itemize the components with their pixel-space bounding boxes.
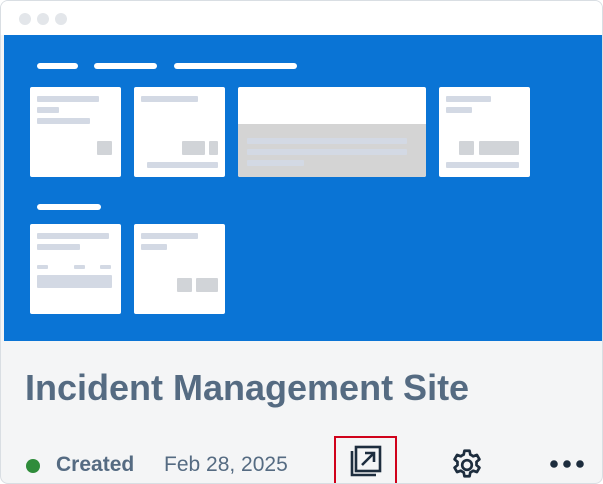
preview-line bbox=[37, 107, 59, 113]
site-preview-thumbnail[interactable] bbox=[4, 35, 602, 341]
preview-line bbox=[100, 265, 111, 269]
preview-tile bbox=[30, 224, 121, 314]
settings-button[interactable] bbox=[447, 445, 487, 483]
preview-line bbox=[37, 275, 112, 288]
preview-line bbox=[446, 96, 491, 102]
window-dot-icon bbox=[19, 13, 31, 25]
preview-header-bar bbox=[37, 204, 101, 210]
preview-line bbox=[247, 160, 304, 166]
preview-block bbox=[177, 278, 192, 292]
more-actions-button[interactable] bbox=[545, 449, 589, 479]
preview-line bbox=[141, 244, 167, 250]
site-title: Incident Management Site bbox=[25, 367, 470, 408]
gear-icon bbox=[453, 449, 481, 478]
preview-block bbox=[209, 141, 218, 155]
preview-line bbox=[37, 265, 48, 269]
preview-block bbox=[196, 278, 218, 292]
more-horizontal-icon bbox=[550, 460, 584, 468]
preview-line bbox=[247, 138, 407, 144]
preview-line bbox=[37, 244, 80, 250]
preview-header-bar bbox=[174, 63, 297, 69]
window-dot-icon bbox=[55, 13, 67, 25]
preview-line bbox=[141, 233, 198, 239]
preview-tile bbox=[134, 224, 225, 314]
preview-line bbox=[37, 233, 109, 239]
preview-block bbox=[97, 141, 112, 155]
preview-line bbox=[37, 96, 99, 102]
preview-window-titlebar bbox=[1, 1, 602, 35]
preview-line bbox=[247, 149, 407, 155]
status-indicator-icon bbox=[26, 459, 40, 473]
preview-line bbox=[147, 162, 218, 168]
window-dot-icon bbox=[37, 13, 49, 25]
site-card[interactable]: Incident Management Site Created Feb 28,… bbox=[0, 0, 603, 484]
open-in-new-window-icon bbox=[350, 445, 381, 476]
preview-tile bbox=[134, 87, 225, 177]
preview-tile bbox=[30, 87, 121, 177]
preview-line bbox=[74, 265, 85, 269]
preview-line bbox=[446, 162, 519, 168]
preview-line bbox=[141, 96, 198, 102]
preview-block bbox=[459, 141, 474, 155]
open-site-button[interactable] bbox=[334, 436, 397, 483]
preview-tile-wide bbox=[238, 87, 426, 177]
preview-line bbox=[446, 107, 472, 113]
preview-block bbox=[479, 141, 519, 155]
created-date: Feb 28, 2025 bbox=[164, 453, 288, 476]
preview-tile bbox=[439, 87, 530, 177]
preview-line bbox=[37, 118, 90, 124]
preview-block bbox=[182, 141, 205, 155]
preview-header-bar bbox=[94, 63, 157, 69]
preview-header-bar bbox=[37, 63, 78, 69]
status-label: Created bbox=[56, 453, 135, 476]
